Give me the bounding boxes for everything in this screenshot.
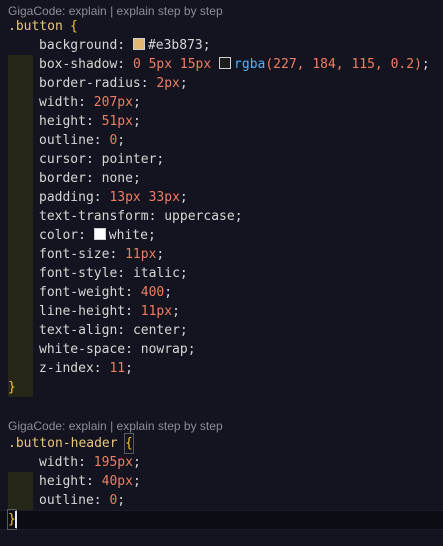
css-number: 0 [132, 57, 141, 72]
css-selector: .button-header [8, 436, 118, 451]
css-value: center [132, 323, 180, 338]
open-brace: { [70, 19, 78, 34]
css-property: line-height [39, 304, 126, 319]
css-number: 11px [125, 247, 157, 262]
code-line[interactable]: .button { [0, 17, 443, 36]
code-lens: GigaCode: explain | explain step by step [8, 419, 223, 433]
code-lens-separator: | [110, 4, 114, 18]
css-property: z-index [39, 361, 94, 376]
text-cursor [15, 511, 17, 528]
css-property: font-weight [39, 285, 126, 300]
code-line[interactable]: white-space: nowrap; [0, 340, 443, 378]
code-line[interactable]: line-height: 11px; [0, 302, 443, 340]
code-line[interactable]: outline: 0; [0, 491, 443, 529]
code-line[interactable]: font-weight: 400; [0, 283, 443, 321]
code-line[interactable]: outline: 0; [0, 131, 443, 169]
css-property: font-style [39, 266, 118, 281]
code-line[interactable]: padding: 13px 33px; [0, 188, 443, 226]
code-line[interactable]: box-shadow: 0 5px 15px rgba(227, 184, 11… [0, 55, 443, 93]
css-value: nowrap [140, 342, 188, 357]
css-property: outline [39, 133, 94, 148]
code-line[interactable]: height: 51px; [0, 112, 443, 150]
code-line[interactable]: background: #e3b873; [0, 36, 443, 74]
css-number: 13px [109, 190, 141, 205]
code-lens-explain[interactable]: GigaCode: explain [8, 419, 107, 433]
css-selector: .button [8, 19, 63, 34]
css-property: box-shadow [39, 57, 118, 72]
css-property: width [39, 95, 79, 110]
code-line[interactable]: text-transform: uppercase; [0, 207, 443, 245]
css-property: font-size [39, 247, 110, 262]
code-line[interactable]: height: 40px; [0, 472, 443, 510]
code-lens-explain-step[interactable]: explain step by step [117, 419, 223, 433]
css-value: none [101, 171, 133, 186]
code-lens: GigaCode: explain | explain step by step [8, 4, 223, 18]
code-line[interactable]: .button-header { [0, 433, 443, 454]
css-number: 400 [140, 285, 165, 300]
color-swatch[interactable] [93, 228, 106, 240]
color-swatch[interactable] [132, 38, 145, 50]
code-line[interactable]: } [0, 378, 443, 397]
code-line[interactable]: text-align: center; [0, 321, 443, 359]
code-lens-explain-step[interactable]: explain step by step [117, 4, 223, 18]
css-value: #e3b873 [147, 38, 203, 53]
css-number: 15px [179, 57, 212, 72]
code-line[interactable]: width: 195px; [0, 453, 443, 491]
code-line[interactable]: cursor: pointer; [0, 150, 443, 188]
css-property: text-align [39, 323, 118, 338]
css-function-args: (227, 184, 115, 0.2) [265, 57, 422, 72]
css-property: padding [39, 190, 94, 205]
css-value: italic [132, 266, 180, 281]
css-number: 11 [109, 361, 126, 376]
css-number: 33px [148, 190, 180, 205]
code-line[interactable]: } [0, 509, 443, 530]
code-lens-separator: | [110, 419, 114, 433]
css-number: 195px [93, 455, 133, 470]
css-property: background [39, 38, 118, 53]
css-number: 51px [101, 114, 133, 129]
color-swatch[interactable] [219, 57, 232, 69]
css-number: 40px [101, 474, 133, 489]
code-line[interactable]: color: white; [0, 226, 443, 264]
css-property: width [39, 455, 79, 470]
code-line[interactable]: width: 207px; [0, 93, 443, 131]
code-lens-explain[interactable]: GigaCode: explain [8, 4, 107, 18]
css-property: border-radius [39, 76, 141, 91]
css-property: white-space [39, 342, 126, 357]
code-line[interactable]: z-index: 11; [0, 359, 443, 397]
css-number: 2px [156, 76, 180, 91]
code-line[interactable]: border-radius: 2px; [0, 74, 443, 112]
css-property: color [39, 228, 79, 243]
code-line[interactable]: border: none; [0, 169, 443, 207]
css-property: height [39, 474, 86, 489]
css-value: white [108, 228, 148, 243]
css-property: height [39, 114, 86, 129]
css-property: border [39, 171, 86, 186]
close-brace: } [8, 380, 16, 395]
css-property: text-transform [39, 209, 149, 224]
css-number: 11px [140, 304, 173, 319]
open-brace-matched: { [124, 433, 134, 454]
css-property: outline [39, 493, 94, 508]
css-value: pointer [101, 152, 157, 167]
code-line[interactable]: font-size: 11px; [0, 245, 443, 283]
code-editor[interactable]: GigaCode: explain | explain step by step… [0, 0, 443, 546]
css-function: rgba [234, 57, 266, 72]
css-value: uppercase [164, 209, 235, 224]
css-number: 207px [93, 95, 133, 110]
css-property: cursor [39, 152, 86, 167]
css-number: 5px [148, 57, 173, 72]
code-line[interactable]: font-style: italic; [0, 264, 443, 302]
